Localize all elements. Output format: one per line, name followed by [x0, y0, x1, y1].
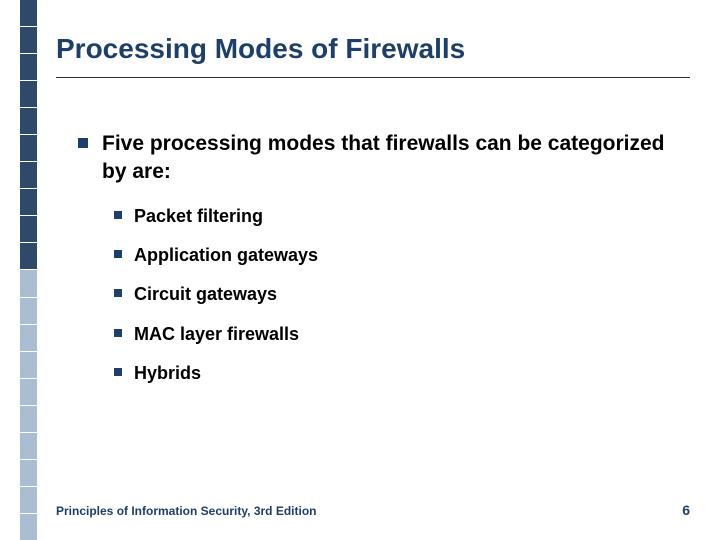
square-bullet-icon — [114, 289, 122, 297]
sub-bullet-text: MAC layer firewalls — [134, 323, 299, 346]
sub-bullet-text: Circuit gateways — [134, 283, 277, 306]
slide-title-area: Processing Modes of Firewalls — [56, 34, 690, 78]
square-bullet-icon — [114, 250, 122, 258]
square-bullet-icon — [114, 368, 122, 376]
slide-title: Processing Modes of Firewalls — [56, 34, 690, 65]
list-item: Circuit gateways — [114, 283, 680, 306]
list-item: MAC layer firewalls — [114, 323, 680, 346]
left-accent-bars — [20, 0, 37, 540]
list-item: Application gateways — [114, 244, 680, 267]
footer-source: Principles of Information Security, 3rd … — [56, 504, 316, 518]
page-number: 6 — [682, 502, 690, 518]
slide-footer: Principles of Information Security, 3rd … — [56, 502, 690, 518]
main-bullet-text: Five processing modes that firewalls can… — [102, 130, 680, 187]
sub-bullet-text: Hybrids — [134, 362, 201, 385]
slide-content: Five processing modes that firewalls can… — [78, 130, 680, 402]
square-bullet-icon — [78, 138, 88, 148]
square-bullet-icon — [114, 329, 122, 337]
list-item: Packet filtering — [114, 205, 680, 228]
square-bullet-icon — [114, 211, 122, 219]
title-underline — [56, 77, 690, 78]
sub-list: Packet filtering Application gateways Ci… — [114, 205, 680, 386]
sub-bullet-text: Application gateways — [134, 244, 318, 267]
sub-bullet-text: Packet filtering — [134, 205, 263, 228]
list-item: Hybrids — [114, 362, 680, 385]
list-item: Five processing modes that firewalls can… — [78, 130, 680, 187]
